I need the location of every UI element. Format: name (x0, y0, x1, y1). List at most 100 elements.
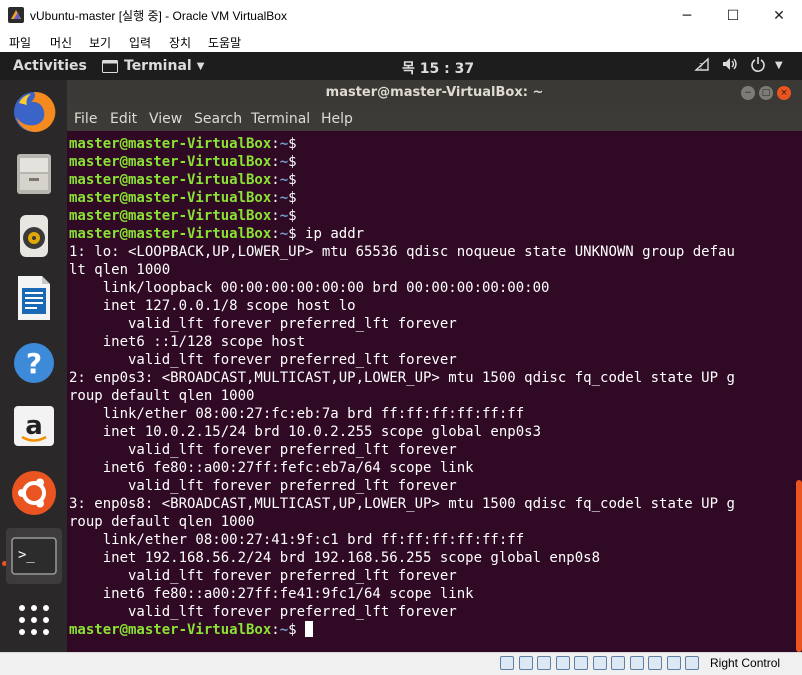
text-cursor (305, 621, 314, 637)
output-line: valid_lft forever preferred_lft forever (69, 604, 457, 620)
maximize-button[interactable]: ☐ (710, 0, 756, 31)
output-line: inet6 fe80::a00:27ff:fefc:eb7a/64 scope … (69, 460, 474, 476)
output-line: valid_lft forever preferred_lft forever (69, 478, 457, 494)
clock[interactable]: 목 15 : 37 (402, 58, 474, 78)
video-capture-icon[interactable] (629, 656, 644, 670)
rhythmbox-icon[interactable] (6, 208, 62, 264)
cpu-icon[interactable] (648, 656, 662, 670)
libreoffice-writer-icon[interactable] (6, 270, 62, 326)
network-icon[interactable] (555, 656, 570, 670)
amazon-icon[interactable]: a (6, 398, 62, 454)
vbox-menu-input[interactable]: 입력 (129, 34, 151, 51)
output-line: valid_lft forever preferred_lft forever (69, 316, 457, 332)
prompt-separator: : (271, 622, 280, 638)
prompt-symbol: $ (288, 226, 297, 242)
menu-file[interactable]: File (74, 111, 97, 127)
vbox-menu-file[interactable]: 파일 (9, 34, 31, 51)
display-icon[interactable] (611, 656, 625, 670)
output-line: roup default qlen 1000 (69, 514, 255, 530)
terminal-scrollbar[interactable] (796, 480, 802, 652)
ubuntu-software-icon[interactable] (6, 465, 62, 521)
prompt-symbol: $ (288, 172, 297, 188)
audio-icon[interactable] (537, 656, 551, 670)
output-line: roup default qlen 1000 (69, 388, 255, 404)
prompt-user: master@master-VirtualBox (69, 622, 272, 638)
terminal-close-button[interactable]: × (777, 86, 791, 100)
prompt-separator: : (271, 172, 280, 188)
keyboard-icon[interactable] (685, 656, 699, 670)
usb-icon[interactable] (574, 656, 588, 670)
show-applications-icon[interactable] (6, 592, 62, 648)
prompt-separator: : (271, 226, 280, 242)
menu-edit[interactable]: Edit (110, 111, 137, 127)
terminal-minimize-button[interactable]: − (741, 86, 755, 100)
app-menu-terminal[interactable]: Terminal ▼ (102, 58, 204, 74)
prompt-line: master@master-VirtualBox:~$ ip addr (69, 226, 364, 242)
hard-disk-icon[interactable] (500, 656, 514, 670)
prompt-separator: : (271, 136, 280, 152)
prompt-line: master@master-VirtualBox:~$ (69, 208, 305, 224)
output-line: link/ether 08:00:27:41:9f:c1 brd ff:ff:f… (69, 532, 525, 548)
shared-folder-icon[interactable] (592, 656, 607, 670)
vbox-menu-help[interactable]: 도움말 (208, 34, 241, 51)
terminal-icon[interactable]: >_ (6, 528, 62, 584)
host-key-label[interactable]: Right Control (710, 656, 780, 670)
output-line: valid_lft forever preferred_lft forever (69, 352, 457, 368)
prompt-path: ~ (279, 208, 289, 224)
terminal-small-icon (102, 59, 118, 73)
output-line: inet6 fe80::a00:27ff:fe41:9fc1/64 scope … (69, 586, 474, 602)
menu-help[interactable]: Help (321, 111, 353, 127)
vbox-menu-bar: 파일 머신 보기 입력 장치 도움말 (0, 31, 802, 52)
svg-text:?: ? (699, 62, 703, 71)
output-line: 3: enp0s8: <BROADCAST,MULTICAST,UP,LOWER… (69, 496, 735, 512)
prompt-user: master@master-VirtualBox (69, 226, 272, 242)
prompt-user: master@master-VirtualBox (69, 190, 272, 206)
prompt-separator: : (271, 208, 280, 224)
menu-view[interactable]: View (149, 111, 182, 127)
network-icon[interactable]: ? (694, 56, 710, 76)
prompt-path: ~ (279, 154, 289, 170)
prompt-line: master@master-VirtualBox:~$ (69, 154, 305, 170)
prompt-path: ~ (279, 172, 289, 188)
command-text: ip addr (305, 226, 365, 242)
mouse-integration-icon[interactable] (666, 656, 681, 670)
activities-button[interactable]: Activities (13, 58, 87, 74)
output-line: link/ether 08:00:27:fc:eb:7a brd ff:ff:f… (69, 406, 525, 422)
svg-text:?: ? (26, 347, 42, 380)
output-line: inet 127.0.0.1/8 scope host lo (69, 298, 356, 314)
vbox-menu-devices[interactable]: 장치 (169, 34, 191, 51)
minimize-button[interactable]: ─ (664, 0, 710, 31)
output-line: valid_lft forever preferred_lft forever (69, 568, 457, 584)
prompt-path: ~ (279, 190, 289, 206)
output-line: inet6 ::1/128 scope host (69, 334, 306, 350)
prompt-user: master@master-VirtualBox (69, 136, 272, 152)
prompt-symbol: $ (288, 136, 297, 152)
files-icon[interactable] (6, 146, 62, 202)
svg-text:a: a (25, 411, 43, 441)
optical-drive-icon[interactable] (518, 656, 533, 670)
vbox-status-bar: Right Control (0, 652, 802, 675)
vbox-menu-machine[interactable]: 머신 (50, 34, 72, 51)
prompt-user: master@master-VirtualBox (69, 154, 272, 170)
vbox-menu-view[interactable]: 보기 (89, 34, 111, 51)
volume-icon[interactable] (721, 56, 739, 76)
gnome-top-bar: Activities Terminal ▼ 목 15 : 37 ? ▼ (0, 52, 802, 80)
menu-search[interactable]: Search (194, 111, 242, 127)
svg-text:>_: >_ (18, 547, 35, 563)
prompt-separator: : (271, 190, 280, 206)
power-icon[interactable] (750, 56, 766, 76)
terminal-maximize-button[interactable]: □ (759, 86, 773, 100)
help-icon[interactable]: ? (6, 335, 62, 391)
prompt-symbol: $ (288, 190, 297, 206)
prompt-user: master@master-VirtualBox (69, 172, 272, 188)
prompt-line: master@master-VirtualBox:~$ (69, 172, 305, 188)
firefox-icon[interactable] (6, 84, 62, 140)
terminal-output[interactable]: master@master-VirtualBox:~$ master@maste… (67, 131, 802, 652)
output-line: inet 192.168.56.2/24 brd 192.168.56.255 … (69, 550, 601, 566)
prompt-path: ~ (279, 226, 289, 242)
system-menu-chevron-icon[interactable]: ▼ (775, 60, 783, 71)
prompt-symbol: $ (288, 622, 297, 638)
menu-terminal[interactable]: Terminal (251, 111, 310, 127)
app-menu-label: Terminal (124, 58, 192, 74)
close-button[interactable]: ✕ (756, 0, 802, 31)
